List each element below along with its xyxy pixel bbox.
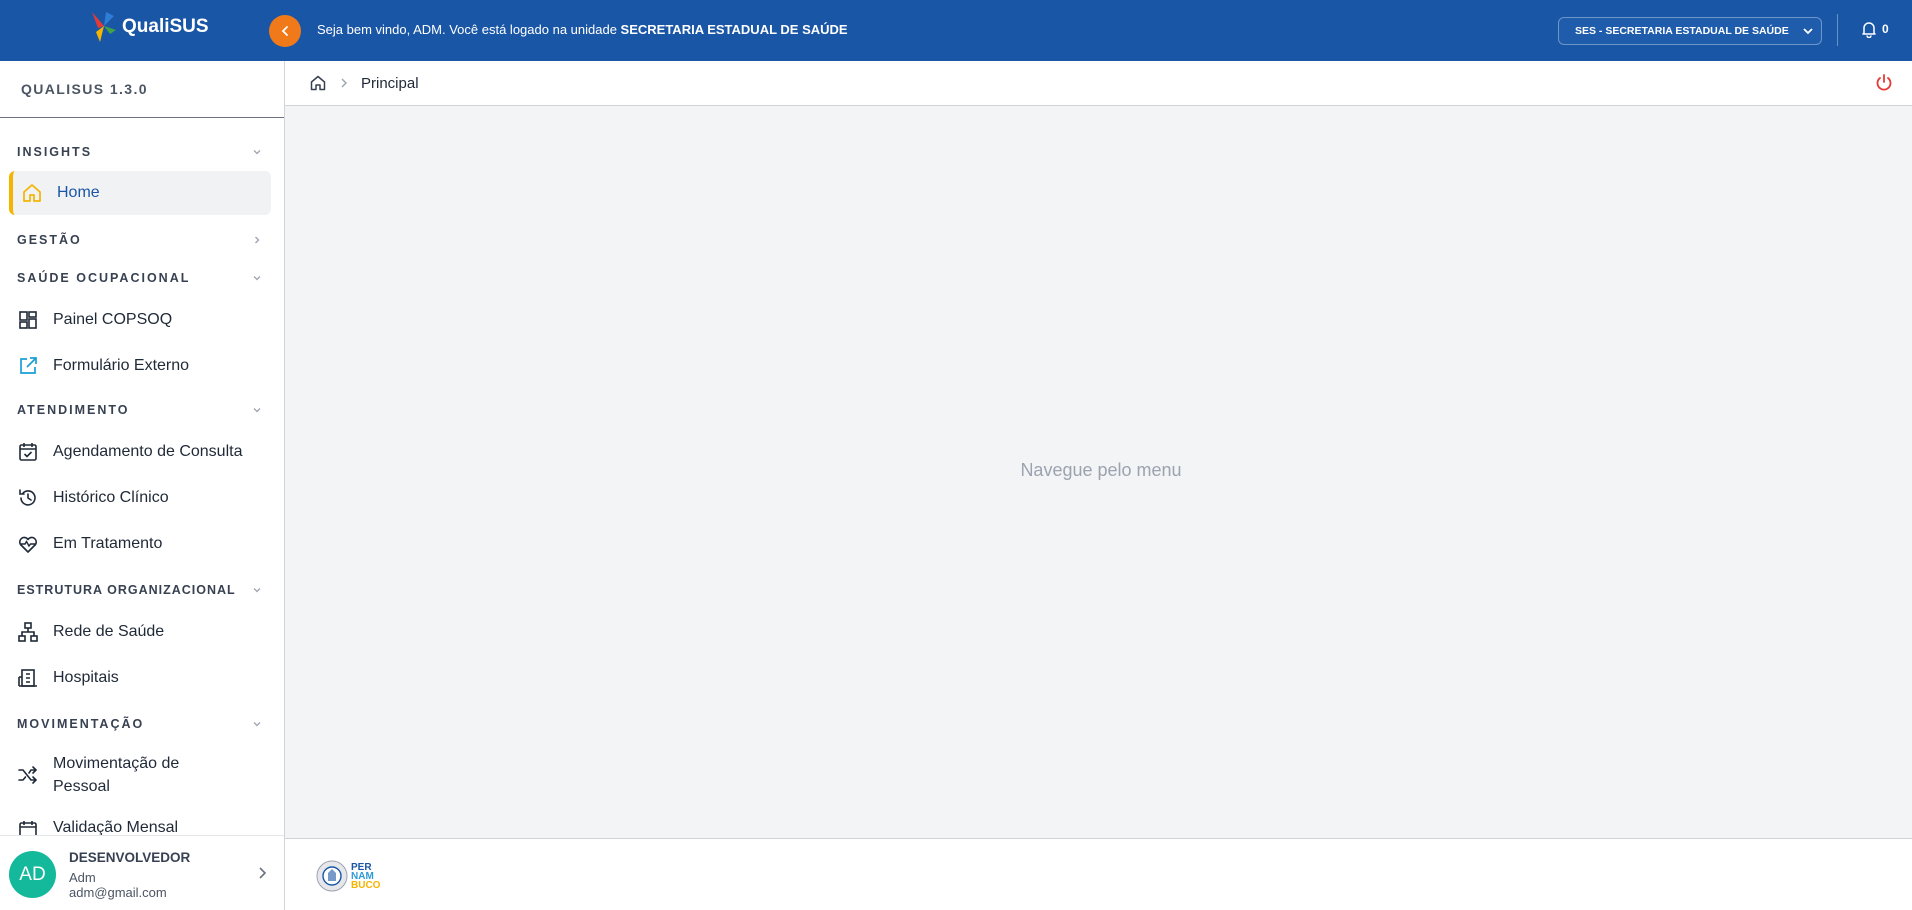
footer: PER NAM BUCO <box>285 838 1912 910</box>
breadcrumb-bar: Principal <box>285 61 1912 106</box>
sidebar: QUALISUS 1.3.0 INSIGHTS Home GESTÃO SAÚD… <box>0 61 285 910</box>
header-divider <box>1837 14 1838 46</box>
pernambuco-wordmark: PER NAM BUCO <box>351 862 381 891</box>
section-saude-ocupacional[interactable]: SAÚDE OCUPACIONAL <box>0 259 284 297</box>
sidebar-item-historico[interactable]: Histórico Clínico <box>0 475 284 521</box>
section-label: ESTRUTURA ORGANIZACIONAL <box>17 583 236 597</box>
welcome-unit: SECRETARIA ESTADUAL DE SAÚDE <box>620 22 848 37</box>
section-label: ATENDIMENTO <box>17 403 130 417</box>
network-icon <box>17 621 39 643</box>
section-label: GESTÃO <box>17 233 82 247</box>
heart-pulse-icon <box>17 533 39 555</box>
chevron-down-icon <box>253 408 261 413</box>
history-icon <box>17 487 39 509</box>
empty-state-message: Navegue pelo menu <box>1020 460 1182 480</box>
external-link-icon <box>17 355 39 377</box>
sidebar-item-agendamento[interactable]: Agendamento de Consulta <box>0 429 284 475</box>
chevron-down-icon <box>1803 28 1813 35</box>
sidebar-item-movimentacao-pessoal[interactable]: Movimentação de Pessoal <box>0 743 284 807</box>
hospital-icon <box>17 667 39 689</box>
user-email: adm@gmail.com <box>69 885 167 900</box>
chevron-down-icon <box>253 722 261 727</box>
sidebar-item-label: Rede de Saúde <box>53 623 165 640</box>
logo-line-3: BUCO <box>351 879 381 891</box>
avatar: AD <box>9 851 56 898</box>
sidebar-item-label: Hospitais <box>53 669 119 686</box>
section-insights[interactable]: INSIGHTS <box>0 133 284 171</box>
chevron-left-icon <box>281 26 288 36</box>
user-role: DESENVOLVEDOR <box>69 850 191 865</box>
top-bar: QualiSUS Seja bem vindo, ADM. Você está … <box>0 0 1912 61</box>
section-movimentacao[interactable]: MOVIMENTAÇÃO <box>0 705 284 743</box>
sidebar-item-painel-copsoq[interactable]: Painel COPSOQ <box>0 297 284 343</box>
calendar-check-icon <box>17 441 39 463</box>
chevron-right-icon <box>259 867 267 879</box>
section-label: INSIGHTS <box>17 145 93 159</box>
user-name: Adm <box>69 870 96 885</box>
shuffle-icon <box>17 764 39 786</box>
section-estrutura-organizacional[interactable]: ESTRUTURA ORGANIZACIONAL <box>0 571 284 609</box>
breadcrumb-current: Principal <box>361 74 419 92</box>
sidebar-item-label: Histórico Clínico <box>53 489 169 506</box>
pernambuco-government-logo: PER NAM BUCO <box>315 859 380 893</box>
state-seal-icon <box>316 860 348 892</box>
unit-select-value: SES - SECRETARIA ESTADUAL DE SAÚDE <box>1575 25 1789 37</box>
sidebar-item-label: Home <box>57 184 100 201</box>
label-line-2: Pessoal <box>53 778 110 795</box>
chevron-right-icon <box>255 236 260 244</box>
chevron-down-icon <box>253 588 261 593</box>
sidebar-item-label: Formulário Externo <box>53 357 190 374</box>
sidebar-item-formulario-externo[interactable]: Formulário Externo <box>0 343 284 389</box>
sidebar-menu: INSIGHTS Home GESTÃO SAÚDE OCUPACIONAL P… <box>0 133 284 845</box>
welcome-message: Seja bem vindo, ADM. Você está logado na… <box>317 22 848 37</box>
sidebar-item-hospitais[interactable]: Hospitais <box>0 655 284 701</box>
collapse-sidebar-button[interactable] <box>269 15 301 47</box>
breadcrumb: Principal <box>309 74 419 92</box>
welcome-prefix: Seja bem vindo, ADM. Você está logado na… <box>317 22 621 37</box>
sidebar-item-em-tratamento[interactable]: Em Tratamento <box>0 521 284 567</box>
chevron-down-icon <box>253 276 261 281</box>
notifications-button[interactable]: 0 <box>1860 20 1889 38</box>
sidebar-item-label: Painel COPSOQ <box>53 311 173 328</box>
qualisus-logo-icon <box>92 12 116 42</box>
app-logo[interactable]: QualiSUS <box>88 10 209 44</box>
section-label: SAÚDE OCUPACIONAL <box>17 271 191 285</box>
section-gestao[interactable]: GESTÃO <box>0 221 284 259</box>
home-icon <box>21 182 43 204</box>
power-icon[interactable] <box>1874 73 1894 93</box>
chevron-down-icon <box>253 150 261 155</box>
app-version: QUALISUS 1.3.0 <box>0 61 284 118</box>
bell-icon <box>1862 22 1876 38</box>
section-atendimento[interactable]: ATENDIMENTO <box>0 391 284 429</box>
home-icon[interactable] <box>309 74 327 92</box>
sidebar-item-rede-saude[interactable]: Rede de Saúde <box>0 609 284 655</box>
sidebar-item-label: Agendamento de Consulta <box>53 443 243 460</box>
app-name: QualiSUS <box>122 16 209 37</box>
user-profile-card[interactable]: AD DESENVOLVEDOR Adm adm@gmail.com <box>0 835 284 910</box>
notification-count: 0 <box>1882 22 1889 36</box>
chevron-right-icon <box>341 78 347 88</box>
unit-select[interactable]: SES - SECRETARIA ESTADUAL DE SAÚDE <box>1558 17 1822 45</box>
dashboard-icon <box>17 309 39 331</box>
sidebar-item-label: Em Tratamento <box>53 535 163 552</box>
section-label: MOVIMENTAÇÃO <box>17 717 145 731</box>
sidebar-item-home[interactable]: Home <box>9 171 271 215</box>
label-line-1: Movimentação de <box>53 755 180 772</box>
sidebar-item-label: Movimentação de Pessoal <box>53 752 179 798</box>
